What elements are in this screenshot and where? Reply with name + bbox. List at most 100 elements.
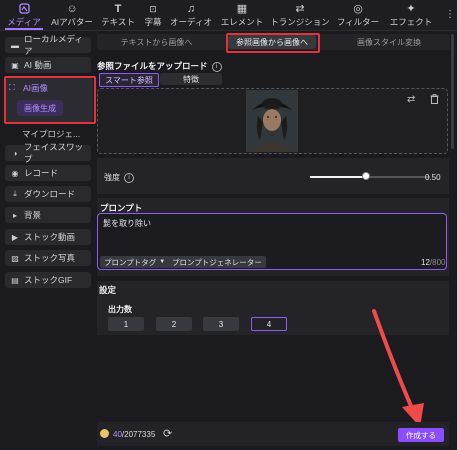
sidebar-item-download[interactable]: ⤓ ダウンロード [5,186,91,202]
tab-label: 画像スタイル変換 [357,37,421,47]
sidebar-item-ai-image[interactable]: ⛶ AI画像 [4,80,92,95]
prompt-generator-button[interactable]: プロンプトジェネレーター [168,256,266,268]
char-count-max: /800 [429,258,446,267]
subtab-features[interactable]: 特徴 [160,73,222,85]
folder-icon: ▬ [10,40,19,50]
tab-style-transfer[interactable]: 画像スタイル変換 [330,35,448,49]
sidebar-item-stock-photo[interactable]: ▨ ストック写真 [5,250,91,266]
output-count-2[interactable]: 2 [156,317,192,331]
chip-label: プロンプトジェネレーター [172,257,262,267]
tab-text-to-image[interactable]: テキストから画像へ [99,35,214,49]
sidebar-item-label: ストック写真 [24,253,76,263]
sidebar-item-face-swap[interactable]: ◑ フェイススワップ [5,142,91,164]
replace-icon[interactable]: ⇄ [407,94,415,105]
sidebar-item-label: ダウンロード [24,189,76,199]
chip-label: プロンプトタグ [104,257,157,267]
stock-photo-icon: ▨ [11,253,19,263]
sidebar-item-local-media[interactable]: ▬ ローカルメディア [5,34,91,56]
subtab-label: スマート参照 [105,75,153,85]
text-icon: T [114,2,122,15]
sidebar-item-label: 背景 [24,210,42,220]
ai-image-icon: ⛶ [9,82,15,92]
stock-video-icon: ▶ [11,232,19,242]
sidebar-item-label: ストック動画 [24,232,76,242]
tab-label: 参照画像から画像へ [236,37,308,47]
sidebar-item-label: マイプロジェ... [22,129,81,139]
scrollbar[interactable] [451,34,454,149]
prompt-tag-dropdown[interactable]: プロンプトタグ ▼ [100,256,170,268]
info-icon[interactable]: i [124,172,134,183]
effect-icon: ✦ [406,2,416,15]
output-count-4[interactable]: 4 [251,317,287,331]
sidebar-item-label: フェイススワップ [23,142,84,164]
sidebar-item-record[interactable]: ◉ レコード [5,165,91,181]
filter-icon: ◎ [353,2,363,15]
media-icon [18,3,30,15]
toolbar-effect-label: エフェクト [389,16,433,27]
credits-total: /2077335 [121,430,156,439]
credits-counter: 40/2077335 [113,430,155,439]
reference-image-thumbnail[interactable] [246,90,298,152]
toolbar-audio-label: オーディオ [170,16,212,27]
toolbar-filter-label: フィルター [336,16,380,27]
ai-avatar-icon: ☺ [66,2,78,15]
sidebar-item-my-projects[interactable]: マイプロジェ... [22,128,80,140]
subtab-label: 特徴 [183,74,199,84]
refresh-icon[interactable]: ⟳ [163,427,172,440]
download-icon: ⤓ [13,189,17,198]
toolbar-subtitle[interactable]: ⊡ 字幕 [140,0,166,30]
element-icon: ▦ [236,2,248,15]
toolbar-text-label: テキスト [101,16,135,27]
active-tab-indicator [5,28,43,30]
strength-slider-handle[interactable] [361,172,370,180]
toolbar-element-label: エレメント [220,16,264,27]
toolbar-ai-avatar[interactable]: ☺ AIアバター [51,0,93,30]
subtab-smart-reference[interactable]: スマート参照 [99,73,159,87]
sidebar-item-stock-video[interactable]: ▶ ストック動画 [5,229,91,245]
ai-video-icon: ▣ [11,60,19,70]
sidebar-item-stock-gif[interactable]: ▤ ストックGIF [5,272,91,288]
toolbar-filter[interactable]: ◎ フィルター [336,0,380,30]
sidebar-item-background[interactable]: ▸ 背景 [5,207,91,223]
caret-down-icon: ▼ [159,259,166,265]
settings-title: 設定 [99,285,117,295]
create-button[interactable]: 作成する [398,428,444,442]
more-icon[interactable]: ⋮ [445,9,455,20]
toolbar-text[interactable]: T テキスト [100,0,136,30]
trash-icon[interactable] [430,94,439,106]
sidebar-item-image-generation[interactable]: 画像生成 [17,100,63,116]
upload-section-title: 参照ファイルをアップロード i [97,60,222,72]
tab-reference-to-image[interactable]: 参照画像から画像へ [228,35,316,49]
toolbar-ai-avatar-label: AIアバター [51,16,93,27]
credit-coin-icon [100,429,109,438]
sidebar-item-label: ストックGIF [24,275,73,285]
strength-label-text: 強度 [104,173,120,182]
toolbar-media[interactable]: メディア [4,0,44,30]
toolbar-transition[interactable]: ⇄ トランジション [270,0,330,30]
output-count-3[interactable]: 3 [203,317,239,331]
prompt-char-count: 12/800 [421,258,445,267]
record-icon: ◉ [11,168,19,178]
toolbar-subtitle-label: 字幕 [144,16,162,27]
toolbar-transition-label: トランジション [270,16,330,27]
toolbar-effect[interactable]: ✦ エフェクト [388,0,434,30]
sidebar-item-label: AI 動画 [24,60,52,70]
audio-icon: ♫ [186,2,196,15]
annotation-arrow [372,309,424,427]
output-count-1[interactable]: 1 [108,317,144,331]
sidebar-item-label: ローカルメディア [23,34,83,56]
upload-title-text: 参照ファイルをアップロード [97,61,208,71]
toolbar-element[interactable]: ▦ エレメント [219,0,265,30]
sidebar-item-label: AI画像 [23,82,49,93]
tab-label: テキストから画像へ [120,37,193,47]
credits-used: 40 [113,430,122,439]
strength-slider-fill [310,176,366,178]
info-icon[interactable]: i [211,61,222,72]
output-count-label: 出力数 [108,305,132,314]
background-icon: ▸ [12,210,17,220]
toolbar-media-label: メディア [7,16,41,27]
sidebar-item-label: レコード [24,168,59,178]
toolbar-audio[interactable]: ♫ オーディオ [170,0,212,30]
strength-value: 0.50 [425,173,441,182]
sidebar-item-ai-video[interactable]: ▣ AI 動画 [5,57,91,73]
